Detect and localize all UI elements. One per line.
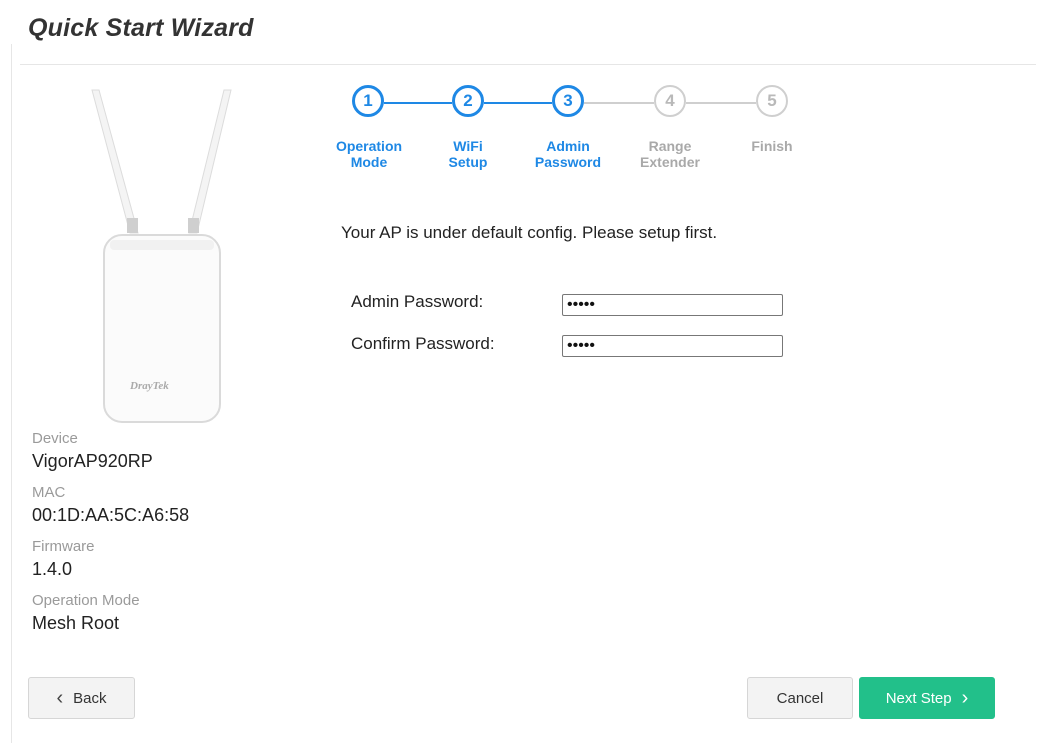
operation-mode-label: Operation Mode [32,592,140,609]
step-1-label-line1: Operation [335,138,403,154]
back-button[interactable]: ‹ Back [28,677,135,719]
chevron-left-icon: ‹ [56,687,64,709]
step-3-label-line2: Password [534,154,602,170]
step-2-label-line2: Setup [448,154,488,170]
step-connector-4-5 [686,102,756,104]
device-image [91,89,232,423]
step-connector-2-3 [484,102,552,104]
device-label: Device [32,430,78,447]
back-button-label: Back [73,689,107,707]
next-step-button[interactable]: Next Step › [859,677,995,719]
admin-password-input[interactable] [562,294,783,316]
step-4-circle: 4 [654,85,686,117]
confirm-password-label: Confirm Password: [351,334,495,353]
step-2-label: WiFi Setup [413,138,523,170]
step-connector-3-4 [584,102,654,104]
step-3-label-line1: Admin [546,138,590,154]
operation-mode-value: Mesh Root [32,613,120,633]
firmware-value: 1.4.0 [32,559,73,579]
firmware-label: Firmware [32,538,95,555]
mac-value: 00:1D:AA:5C:A6:58 [32,505,190,525]
step-4-label-line1: Range [648,138,692,154]
step-5-label-line1: Finish [751,138,793,154]
step-4-label-line2: Extender [640,154,700,170]
wizard-stepper: 1 2 3 4 5 Operation Mode WiFi Setup Admi… [332,84,812,180]
mac-label: MAC [32,484,66,501]
step-3-circle: 3 [552,85,584,117]
step-1-label-line2: Mode [350,154,388,170]
step-3-label: Admin Password [513,138,623,170]
step-2-circle: 2 [452,85,484,117]
step-connector-1-2 [384,102,452,104]
step-5-circle: 5 [756,85,788,117]
device-value: VigorAP920RP [32,451,153,471]
page-title: Quick Start Wizard [28,14,254,42]
default-config-notice: Your AP is under default config. Please … [341,223,718,242]
brand-logo: DrayTek [130,380,169,392]
confirm-password-input[interactable] [562,335,783,357]
next-step-button-label: Next Step [885,689,952,707]
step-1-circle: 1 [352,85,384,117]
step-2-label-line1: WiFi [453,138,483,154]
device-info-panel: Device VigorAP920RP MAC 00:1D:AA:5C:A6:5… [32,429,272,645]
left-divider [11,44,12,743]
step-4-label: Range Extender [615,138,725,170]
step-1-label: Operation Mode [314,138,424,170]
cancel-button[interactable]: Cancel [747,677,853,719]
admin-password-label: Admin Password: [351,292,484,311]
chevron-right-icon: › [961,687,969,709]
title-divider [20,64,1036,65]
step-5-label: Finish [717,138,827,154]
